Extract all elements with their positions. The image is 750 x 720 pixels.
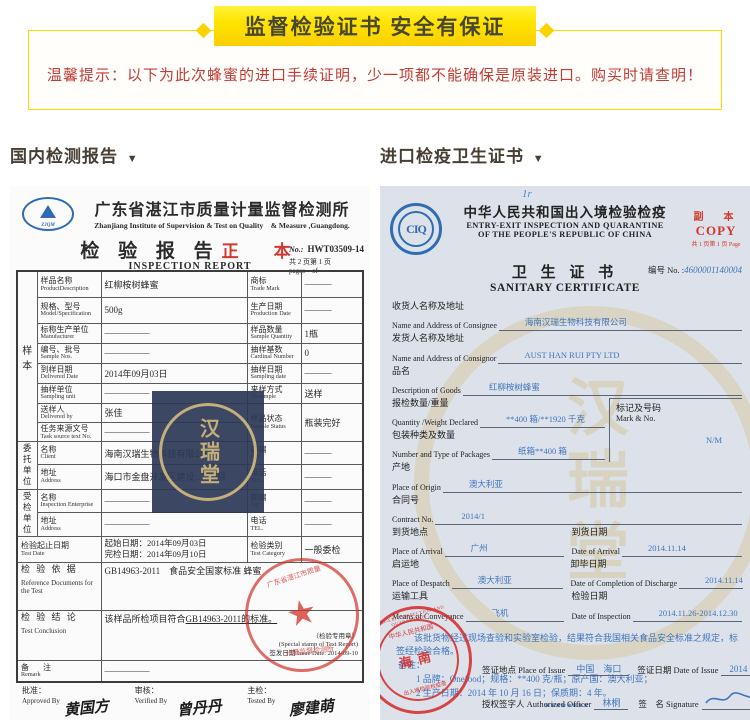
copy-mark: 副 本 COPY 共 1 页第 1 页 Page xyxy=(688,200,744,248)
table-row: 编号、批号Sample Nos. ————— 抽样基数Cardinal Numb… xyxy=(17,343,363,363)
signature-row: 批准：Approved By 黄国方 日期（Date） 2014-09-10 审… xyxy=(10,683,370,720)
right-cert-org: 中华人民共和国出入境检验检疫 ENTRY-EXIT INSPECTION AND… xyxy=(442,200,688,239)
zjqm-logo-icon: ZJQM xyxy=(22,197,74,231)
cert-title-en: SANITARY CERTIFICATE xyxy=(380,282,750,294)
group-inspected: 受检单位 xyxy=(17,489,37,536)
org-name-en1: ENTRY-EXIT INSPECTION AND QUARANTINE xyxy=(442,221,688,230)
signature-scribble xyxy=(702,691,750,710)
ciq-logo-icon: CIQ xyxy=(390,203,442,255)
field-date-of-arrival: 到货日期 Date of Arrival2014.11.14 xyxy=(572,527,743,557)
signature-tester: 廖建萌 xyxy=(288,697,335,720)
field-place-of-despatch: 启运地 Place of Despatch澳大利亚 xyxy=(392,559,563,589)
no-value: HWT03509-14 xyxy=(307,244,364,254)
field-mark-no: 标记及号码 Mark & No. N/M xyxy=(609,398,742,463)
value-cell: ——— xyxy=(301,271,363,297)
quantity-mark-row: 报检数量/重量 Quantity /Weight Declared**400 箱… xyxy=(392,398,742,463)
table-row: 样本 样品名称ProductDescription 红柳桉树蜂蜜 商标Trade… xyxy=(17,271,363,297)
field-goods: 品名 Description of Goods红柳桉树蜂蜜 xyxy=(392,366,742,396)
field-packages: 包装种类及数量 Number and Type of Packages纸箱**4… xyxy=(392,430,605,460)
section-heading-import-certificate[interactable]: 进口检疫卫生证书 ▼ xyxy=(380,142,545,167)
tester-block: 主检：Tested By 廖建萌 日期（Date） 2014-09-10 xyxy=(247,686,360,720)
section-heading-domestic-report[interactable]: 国内检测报告 ▼ xyxy=(10,142,370,167)
table-row: 规格、型号Model/Specification 500g 生产日期Produc… xyxy=(17,297,363,323)
group-client: 委托单位 xyxy=(17,442,37,489)
no-label: No.: xyxy=(289,245,303,254)
section-heading-label: 进口检疫卫生证书 xyxy=(380,147,524,166)
triangle-icon xyxy=(40,205,56,218)
org-name-en2: OF THE PEOPLE'S REPUBLIC OF CHINA xyxy=(442,230,688,239)
product-certificates-page: 监督检验证书 安全有保证 温馨提示：以下为此次蜂蜜的进口手续证明，少一项都不能确… xyxy=(0,0,750,720)
verifier-block: 审核：Verified By 曾丹丹 日期（Date） 2014-09-10 xyxy=(135,686,248,720)
right-cert-header: CIQ 中华人民共和国出入境检验检疫 ENTRY-EXIT INSPECTION… xyxy=(380,186,750,255)
header-section: 监督检验证书 安全有保证 温馨提示：以下为此次蜂蜜的进口手续证明，少一项都不能确… xyxy=(0,0,750,132)
approver-block: 批准：Approved By 黄国方 日期（Date） 2014-09-10 xyxy=(22,686,135,720)
right-cert-title: 卫 生 证 书 SANITARY CERTIFICATE 编号 No. :460… xyxy=(380,261,750,294)
field-inspection-date: 检验日期 Date of Inspection2014.11.26-2014.1… xyxy=(572,591,743,621)
section-heading-label: 国内检测报告 xyxy=(10,147,118,166)
certificate-left-inspection-report: ZJQM 广东省湛江市质量计量监督检测所 Zhanjiang Institute… xyxy=(10,186,370,720)
org-name-en: Zhanjiang Institute of Supervision & Tes… xyxy=(80,220,364,231)
tip-text: 温馨提示：以下为此次蜂蜜的进口手续证明，少一项都不能确保是原装进口。购买时请查明… xyxy=(0,64,750,85)
zjqm-logo-text: ZJQM xyxy=(24,223,72,228)
label-cell: 商标Trade Mark xyxy=(247,271,301,297)
signature-approver: 黄国方 xyxy=(63,697,110,720)
field-consignee: 收货人名称及地址 Name and Address of Consignee海南… xyxy=(392,301,742,331)
field-consignor: 发货人名称及地址 Name and Address of ConsignorAU… xyxy=(392,333,742,363)
arrival-row: 到货地点 Place of Arrival广州 到货日期 Date of Arr… xyxy=(392,527,742,559)
side-char-top: 样 xyxy=(21,342,34,357)
certificate-right-sanitary: 汉瑞堂 1r CIQ 中华人民共和国出入境检验检疫 ENTRY-EXIT INS… xyxy=(380,186,750,720)
left-cert-header: ZJQM 广东省湛江市质量计量监督检测所 Zhanjiang Institute… xyxy=(10,186,370,231)
sample-side-cell: 样本 xyxy=(17,271,37,442)
pages-cn: 共 2 页第 1 页 xyxy=(289,258,364,267)
handwritten-note: 1r xyxy=(522,188,532,200)
despatch-row: 启运地 Place of Despatch澳大利亚 卸毕日期 Date of C… xyxy=(392,559,742,591)
mark-value: N/M xyxy=(706,435,722,445)
field-place-of-arrival: 到货地点 Place of Arrival广州 xyxy=(392,527,564,557)
field-origin: 产地 Place of Origin澳大利亚 xyxy=(392,462,742,492)
org-name-cn: 中华人民共和国出入境检验检疫 xyxy=(442,201,688,221)
side-char-bottom: 本 xyxy=(21,357,34,372)
field-discharge-date: 卸毕日期 Date of Completion of Discharge2014… xyxy=(571,559,743,589)
original-mark: 正 本 xyxy=(222,242,300,261)
star-icon: ★ xyxy=(283,591,321,636)
hanruitang-watermark-seal: 汉瑞堂 xyxy=(152,391,264,513)
place-of-issue-value: 中国 海口 xyxy=(568,664,629,674)
signature-verifier: 曾丹丹 xyxy=(176,697,223,720)
authorized-officer-value: 林桐 xyxy=(594,698,628,708)
field-contract: 合同号 Contract No.2014/1 xyxy=(392,495,742,525)
report-title-cn: 检 验 报 告 xyxy=(80,241,219,262)
caret-down-icon: ▼ xyxy=(533,153,545,165)
table-row: 到样日期Delivered Date 2014年09月03日 抽样日期Sampl… xyxy=(17,363,363,383)
table-row: 标称生产单位Manufacturer ————— 样品数量Sample Quan… xyxy=(17,323,363,343)
org-name-cn: 广东省湛江市质量计量监督检测所 xyxy=(80,196,364,220)
field-quantity: 报检数量/重量 Quantity /Weight Declared**400 箱… xyxy=(392,398,605,428)
table-row: 地址Address ————— 电话TEL. ——— xyxy=(17,513,363,537)
left-cert-title: 检 验 报 告正 本 INSPECTION REPORT No.: HWT035… xyxy=(10,236,370,268)
caret-down-icon: ▼ xyxy=(127,153,139,165)
label-cell: 样品名称ProductDescription xyxy=(37,271,101,297)
banner-title: 监督检验证书 安全有保证 xyxy=(214,6,536,46)
date-of-issue-value: 2014 年 12 月 3 xyxy=(721,664,750,674)
value-cell: 红柳桉树蜂蜜 xyxy=(101,271,247,297)
certificates-row: ZJQM 广东省湛江市质量计量监督检测所 Zhanjiang Institute… xyxy=(0,186,750,720)
cert-number: 编号 No. :4600001140004 xyxy=(648,264,742,276)
section-headings: 国内检测报告 ▼ 进口检疫卫生证书 ▼ xyxy=(0,132,750,176)
left-cert-org: 广东省湛江市质量计量监督检测所 Zhanjiang Institute of S… xyxy=(80,196,364,231)
